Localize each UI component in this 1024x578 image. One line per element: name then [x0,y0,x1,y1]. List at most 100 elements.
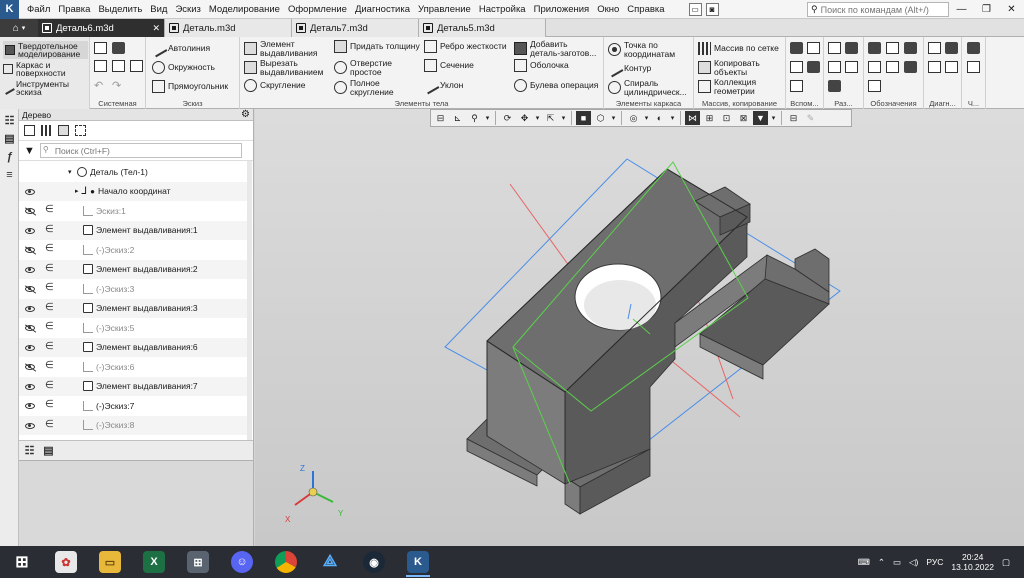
drawing-icon[interactable] [967,42,980,54]
ruler-icon[interactable]: ⊟ [433,111,448,125]
distance-icon[interactable] [945,61,958,73]
tree-mode-icon[interactable]: ☷ [23,444,36,457]
app-logo-icon[interactable]: K [0,0,19,19]
rotate-icon[interactable]: ⟳ [500,111,515,125]
menu-item-3[interactable]: Вид [146,0,171,19]
menu-item-0[interactable]: Файл [23,0,54,19]
minimize-button[interactable]: — [949,0,974,19]
visibility-eye-icon[interactable] [25,383,35,390]
table-icon[interactable] [904,61,917,73]
section-icon[interactable]: ◐ [652,111,667,125]
check-icon[interactable] [928,61,941,73]
part-model[interactable] [466,168,830,515]
tree-row[interactable]: ∈ (-)Эскиз:2 [19,240,247,260]
body-tool-8[interactable]: Уклон [421,76,510,95]
mode-solid[interactable]: Твердотельное моделирование [3,41,88,59]
menu-item-10[interactable]: Приложения [530,0,594,19]
tree-row[interactable]: ∈ Элемент выдавливания:1 [19,220,247,240]
doc-tab-2[interactable]: Деталь7.m3d [292,19,419,37]
visibility-eye-icon[interactable] [25,325,35,331]
pencil-icon[interactable]: ✎ [803,111,818,125]
menu-item-7[interactable]: Диагностика [351,0,414,19]
redo-icon[interactable]: ↷ [112,79,125,92]
menu-item-6[interactable]: Оформление [284,0,351,19]
menu-item-11[interactable]: Окно [593,0,623,19]
tree-row[interactable]: ∈ (-)Эскиз:8 [19,415,247,435]
tree-row[interactable]: ∈ Эскиз:1 [19,201,247,221]
taskbar-app-blue[interactable]: ⟁ [308,546,352,578]
angle-dim-icon[interactable] [845,42,858,54]
section-dropdown-icon[interactable]: ▾ [669,111,676,125]
include-icon[interactable]: ∈ [45,399,54,410]
rectangle-button[interactable]: Прямоугольник [152,80,228,93]
wireframe-icon[interactable]: ⬡ [593,111,608,125]
tolerance-icon[interactable] [868,61,881,73]
body-tool-1[interactable]: Вырезать выдавливанием [244,59,330,76]
spiral-button[interactable]: Спираль цилиндрическ... [608,79,690,96]
pan-icon[interactable]: ✥ [517,111,532,125]
local-cs-icon[interactable]: ⊡ [719,111,734,125]
leader-icon[interactable] [886,42,899,54]
linear-dim-icon[interactable] [828,80,841,92]
grid-array-button[interactable]: Массив по сетке [698,42,779,55]
command-search-input[interactable] [820,4,946,15]
include-icon[interactable]: ∈ [45,302,54,313]
point-coords-button[interactable]: Точка по координатам [608,41,684,58]
tree-panel-icon[interactable]: ☷ [3,114,16,127]
volume-icon[interactable]: ◁) [909,557,918,568]
text-icon[interactable] [886,61,899,73]
body-tool-4[interactable]: Отверстие простое [334,59,420,76]
menu-item-9[interactable]: Настройка [475,0,530,19]
copy-objects-button[interactable]: Копировать объекты [698,59,766,76]
open-folder-icon[interactable] [112,42,125,54]
base-icon[interactable] [904,42,917,54]
preview-icon[interactable] [112,60,125,72]
tree-row[interactable]: ∈ (-)Эскиз:6 [19,357,247,377]
autoline-button[interactable]: Автолиния [149,39,210,58]
window-icon[interactable]: ▭ [688,2,702,16]
view-dir-icon[interactable]: ⇱ [543,111,558,125]
include-icon[interactable]: ∈ [45,282,54,293]
tree-row[interactable]: ▸ ⅃ ● Начало координат [19,181,247,201]
aux-cs-icon[interactable] [807,61,820,73]
visibility-icon[interactable]: ◎ [626,111,641,125]
diameter-icon[interactable] [845,61,858,73]
include-icon[interactable]: ∈ [45,224,54,235]
tree-row[interactable]: ∈ Элемент выдавливания:3 [19,298,247,318]
3d-viewport[interactable]: Z X Y ⊟ ⊾ ⚲ ▾ ⟳ ✥ ▾ ⇱ ▾ ■ ⬡ ▾ ◎ ▾ ◐ ▾ ⋈ … [255,109,1024,546]
body-tool-7[interactable]: Сечение [424,59,510,72]
visibility-eye-icon[interactable] [25,305,35,312]
filter-view-icon[interactable]: ▼ [753,111,768,125]
body-tool-9[interactable]: Добавить деталь-заготов... [514,40,600,57]
include-icon[interactable]: ∈ [45,380,54,391]
doc-tab-1[interactable]: Деталь.m3d [165,19,292,37]
filter-dropdown-icon[interactable]: ▾ [770,111,777,125]
grid-snap-icon[interactable]: ⊞ [702,111,717,125]
keyboard-icon[interactable]: ⌨ [858,557,870,568]
zoom-dropdown-icon[interactable]: ▾ [484,111,491,125]
tree-scrollbar[interactable] [247,161,252,441]
start-button[interactable]: ⊞ [0,546,44,578]
taskbar-discord[interactable]: ☺ [220,546,264,578]
measure-view-icon[interactable]: ⊟ [786,111,801,125]
variables-icon[interactable]: ƒ [3,150,16,163]
notifications-icon[interactable]: ▢ [1002,557,1010,568]
view-dir-dropdown-icon[interactable]: ▾ [560,111,567,125]
layers-icon[interactable]: ≡ [3,168,16,181]
aux-line-icon[interactable] [790,80,803,92]
selection-icon[interactable]: ⊠ [736,111,751,125]
taskbar-kompas[interactable]: K [396,546,440,578]
new-file-icon[interactable] [94,42,107,54]
visibility-eye-icon[interactable] [25,208,35,214]
doc-tab-0[interactable]: Деталь6.m3d ✕ [38,19,165,37]
doc-tab-3[interactable]: Деталь5.m3d [419,19,546,37]
tree-row[interactable]: ∈ (-)Эскиз:3 [19,279,247,299]
body-tool-6[interactable]: Ребро жесткости [424,40,510,53]
body-tool-3[interactable]: Придать толщину [334,40,420,53]
mode-sketch-tools[interactable]: Инструменты эскиза [1,80,76,96]
tree-row[interactable]: ∈ (-)Эскиз:5 [19,318,247,338]
wireframe-dropdown-icon[interactable]: ▾ [610,111,617,125]
body-tool-5[interactable]: Полное скругление [334,79,420,96]
plane-red[interactable] [509,183,576,275]
include-icon[interactable]: ∈ [45,263,54,274]
